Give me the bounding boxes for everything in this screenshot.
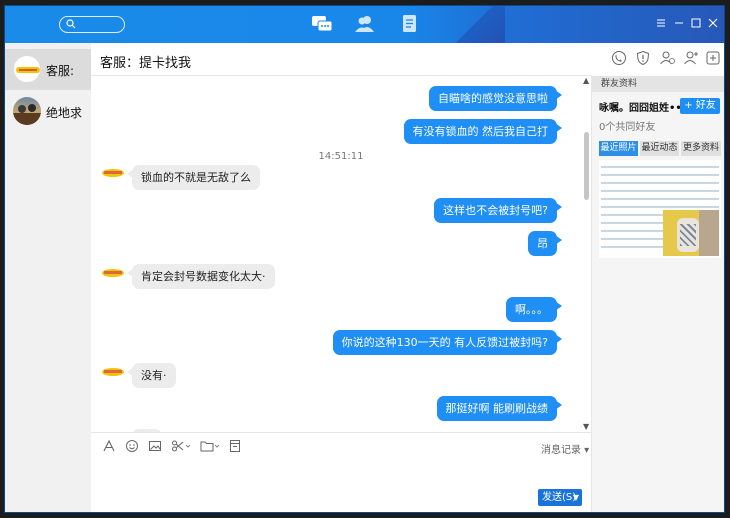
font-icon[interactable] [102, 439, 116, 453]
panel-header: 群友资料 [592, 76, 724, 92]
avatar-logo-icon [16, 67, 40, 73]
message-bubble-incoming: 没有· [127, 363, 176, 388]
chat-header: 客服：提卡找我 [91, 43, 591, 76]
send-button[interactable]: 发送(S) ▼ [538, 489, 582, 506]
game-avatar-icon [13, 104, 41, 125]
input-toolbar: 消息记录 ▾ [91, 432, 591, 458]
message-history-link[interactable]: 消息记录 ▾ [541, 441, 589, 456]
image-icon[interactable] [148, 439, 162, 453]
sender-avatar [102, 269, 124, 277]
message-bubble-outgoing: 你说的这种130一天的 有人反馈过被封吗? [332, 330, 563, 355]
send-options-chevron-icon[interactable]: ▼ [573, 489, 579, 506]
recent-photo-thumbnail[interactable] [599, 160, 721, 258]
tab-more-info[interactable]: 更多资料 [681, 141, 721, 156]
shield-icon[interactable] [635, 50, 651, 66]
conversation-list: 客服: 绝地求 [5, 43, 91, 512]
avatar [13, 97, 41, 125]
message-bubble-outgoing: 那挺好啊 能刷刷战绩 [436, 396, 562, 421]
message-timestamp: 14:51:11 [318, 151, 364, 162]
member-name: 咏嘱。囧囧姐姓•• [599, 103, 682, 114]
conversation-item-kefu[interactable]: 客服: [5, 49, 91, 90]
screenshot-scissors-icon[interactable] [171, 439, 191, 453]
conversation-name: 绝地求 [46, 106, 83, 120]
chat-tab-icon[interactable] [311, 14, 333, 34]
invite-member-icon[interactable] [659, 50, 675, 66]
mutual-friends-count: 0个共同好友 [599, 122, 656, 133]
message-list: 自瞄啥的感觉没意思啦 有没有锁血的 然后我自己打 14:51:11 锁血的不就是… [91, 76, 591, 432]
photo-backpack-image [663, 210, 719, 256]
more-apps-icon[interactable] [705, 50, 721, 66]
conversation-name: 客服: [46, 64, 75, 78]
menu-icon[interactable] [655, 17, 667, 29]
profile-tabs: 最近照片 最近动态 更多资料 [599, 141, 721, 156]
qq-chat-window: 客服: 绝地求 客服：提卡找我 自瞄啥的感觉没意思啦 有没有锁血的 然后我自己打… [4, 5, 725, 513]
files-tab-icon[interactable] [399, 14, 421, 34]
scroll-down-icon[interactable]: ▼ [583, 422, 589, 431]
message-bubble-incoming: 肯定会封号数据变化太大· [127, 264, 275, 289]
scroll-up-icon[interactable]: ▲ [583, 76, 589, 85]
sender-avatar [102, 368, 124, 376]
add-friend-button[interactable]: + 好友 [680, 98, 720, 114]
conversation-item-pubg[interactable]: 绝地求 [5, 91, 91, 132]
history-doc-icon[interactable] [228, 439, 242, 453]
message-history-label: 消息记录 [541, 445, 581, 456]
message-bubble-outgoing: 这样也不会被封号吧? [434, 198, 562, 223]
message-bubble-incoming: 锁血的不就是无敌了么 [127, 165, 260, 190]
emoji-icon[interactable] [125, 439, 139, 453]
message-bubble-outgoing: 啊。。。 [506, 297, 562, 322]
scrollbar-thumb[interactable] [584, 132, 589, 200]
contacts-tab-icon[interactable] [354, 14, 376, 34]
send-button-label: 发送(S) [542, 492, 577, 503]
sender-avatar [102, 169, 124, 177]
search-input[interactable] [59, 16, 125, 33]
member-profile-panel: 群友资料 咏嘱。囧囧姐姓•• + 好友 0个共同好友 最近照片 最近动态 更多资… [591, 76, 724, 512]
titlebar-accent [445, 6, 505, 43]
minimize-icon[interactable] [673, 17, 685, 29]
message-scrollbar[interactable]: ▲ ▼ [582, 76, 591, 432]
message-bubble-outgoing: 自瞄啥的感觉没意思啦 [429, 86, 562, 111]
chat-title: 客服：提卡找我 [100, 56, 192, 71]
add-friend-icon[interactable] [683, 50, 699, 66]
maximize-icon[interactable] [690, 17, 702, 29]
title-bar [5, 6, 724, 43]
tab-recent-activity[interactable]: 最近动态 [640, 141, 679, 156]
close-icon[interactable] [707, 17, 719, 29]
message-bubble-outgoing: 昂 [528, 231, 562, 256]
phone-icon[interactable] [611, 50, 627, 66]
folder-icon[interactable] [200, 439, 220, 453]
message-input[interactable] [91, 458, 591, 488]
avatar [13, 55, 41, 83]
tab-recent-photos[interactable]: 最近照片 [599, 141, 638, 156]
search-icon [66, 19, 76, 29]
message-bubble-outgoing: 有没有锁血的 然后我自己打 [403, 119, 562, 144]
